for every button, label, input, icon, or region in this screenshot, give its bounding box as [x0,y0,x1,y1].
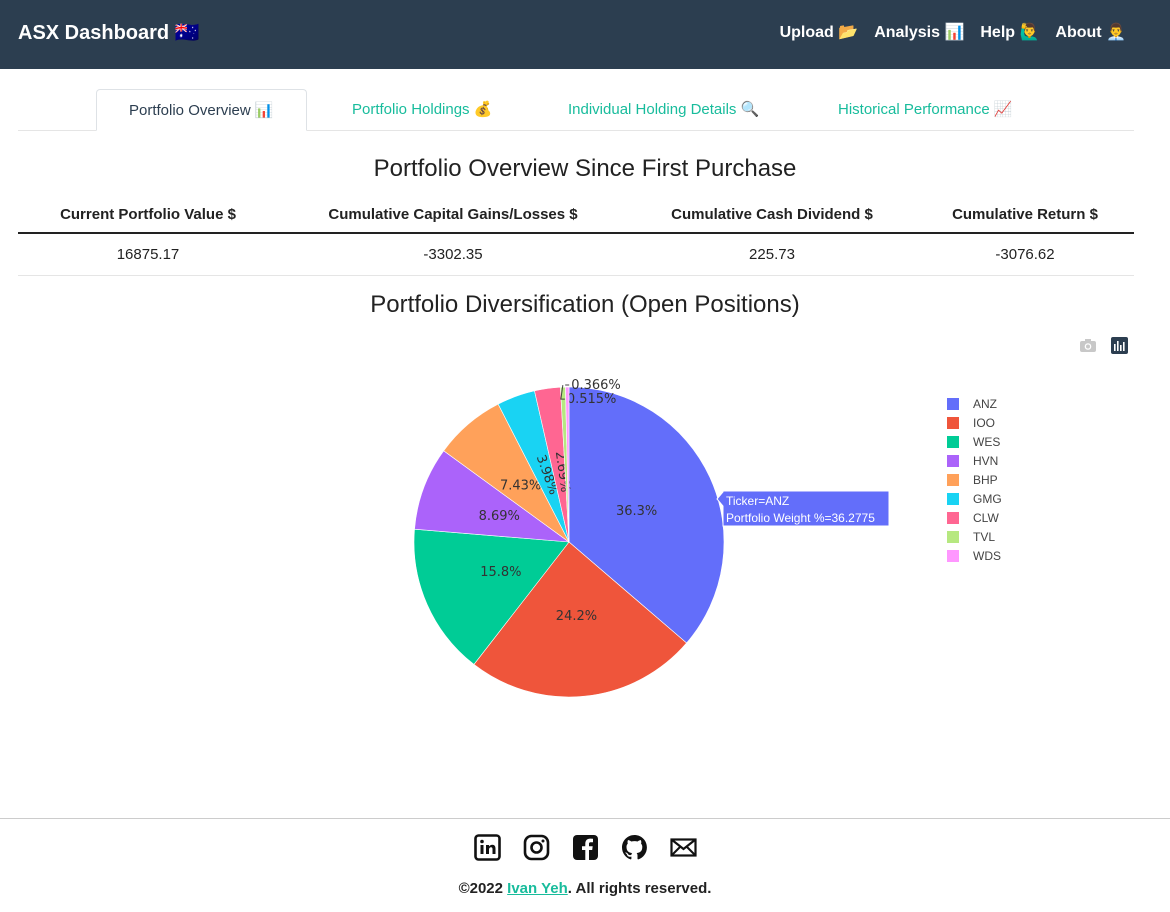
plotly-logo-icon[interactable] [1111,337,1128,354]
legend-item-tvl[interactable]: TVL [947,527,1002,546]
header-capital-gains: Cumulative Capital Gains/Losses $ [278,196,628,234]
legend-swatch [947,454,959,467]
legend-swatch [947,530,959,543]
legend-label: HVN [973,453,999,468]
value-current-portfolio: 16875.17 [18,233,278,276]
header-current-value: Current Portfolio Value $ [18,196,278,234]
pie-chart-svg: 36.3%24.2%15.8%8.69%7.43%3.98%2.69%0.515… [413,378,890,698]
pie-label-ioo: 24.2% [556,609,597,624]
value-cash-dividend: 225.73 [628,233,916,276]
pie-label-bhp: 7.43% [500,478,541,493]
copyright-suffix: . All rights reserved. [567,880,712,897]
legend-label: ANZ [973,396,997,411]
overview-title: Portfolio Overview Since First Purchase [373,155,797,182]
facebook-icon[interactable] [572,834,599,861]
camera-icon[interactable] [1079,337,1097,353]
footer: ©2022 Ivan Yeh. All rights reserved. [0,818,1170,912]
nav-link-about[interactable]: About 👨‍💼 [1055,22,1126,42]
header-cash-dividend: Cumulative Cash Dividend $ [628,196,916,234]
email-icon[interactable] [669,834,697,861]
copyright-prefix: ©2022 [458,880,508,897]
legend-label: WDS [973,548,1001,563]
overview-table: Current Portfolio Value $ Cumulative Cap… [18,196,1134,276]
pie-label-hvn: 8.69% [479,509,520,524]
legend-label: WES [973,434,1001,449]
table-header-row: Current Portfolio Value $ Cumulative Cap… [18,196,1134,234]
nav-link-help[interactable]: Help 🙋‍♂️ [980,22,1039,42]
navbar: ASX Dashboard 🇦🇺 Upload 📂 Analysis 📊 Hel… [0,0,1170,69]
legend-item-clw[interactable]: CLW [947,508,1002,527]
tab-bar: Portfolio Overview 📊 Portfolio Holdings … [18,89,1134,131]
chart-legend: ANZ IOO WES HVN BHP GMG CLW TVL WDS [947,394,1002,565]
nav-links: Upload 📂 Analysis 📊 Help 🙋‍♂️ About 👨‍💼 [780,22,1126,42]
pie-chart: 36.3% 24.2% 15.8% 8.69% 7.43% 3.98% 2.69% 0.515… [400,375,900,715]
copyright: ©2022 Ivan Yeh. All rights reserved. [0,880,1170,897]
tab-individual-holding-details[interactable]: Individual Holding Details 🔍 [568,89,759,131]
pie-label-wds: 0.366% [571,378,621,393]
instagram-icon[interactable] [523,834,550,861]
legend-label: IOO [973,415,996,430]
legend-label: CLW [973,510,999,525]
legend-swatch [947,397,959,410]
legend-item-hvn[interactable]: HVN [947,451,1002,470]
nav-link-analysis[interactable]: Analysis 📊 [874,22,964,42]
pie-label-tvl: 0.515% [567,392,617,407]
tab-historical-performance[interactable]: Historical Performance 📈 [838,89,1013,131]
table-row: 16875.17 -3302.35 225.73 -3076.62 [18,233,1134,276]
legend-item-gmg[interactable]: GMG [947,489,1002,508]
legend-item-wes[interactable]: WES [947,432,1002,451]
legend-swatch [947,549,959,562]
social-links [0,834,1170,861]
chart-tooltip-line-1: Ticker=ANZ [726,494,789,508]
legend-label: TVL [973,529,996,544]
diversification-title: Portfolio Diversification (Open Position… [370,291,800,318]
tab-portfolio-holdings[interactable]: Portfolio Holdings 💰 [352,89,492,131]
legend-swatch [947,473,959,486]
linkedin-icon[interactable] [473,834,501,861]
legend-swatch [947,435,959,448]
legend-item-anz[interactable]: ANZ [947,394,1002,413]
legend-item-wds[interactable]: WDS [947,546,1002,565]
brand-title[interactable]: ASX Dashboard 🇦🇺 [18,20,200,45]
value-capital-gains: -3302.35 [278,233,628,276]
value-cumulative-return: -3076.62 [916,233,1134,276]
pie-label-anz: 36.3% [616,504,657,519]
chart-tooltip-line-2: Portfolio Weight %=36.2775 [726,511,875,525]
legend-item-bhp[interactable]: BHP [947,470,1002,489]
legend-label: BHP [973,472,998,487]
legend-label: GMG [973,491,1002,506]
author-link[interactable]: Ivan Yeh [507,880,568,897]
header-cumulative-return: Cumulative Return $ [916,196,1134,234]
legend-item-ioo[interactable]: IOO [947,413,1002,432]
legend-swatch [947,416,959,429]
chart-tooltip: Ticker=ANZ Portfolio Weight %=36.2775 [716,490,890,527]
legend-swatch [947,492,959,505]
tab-portfolio-overview[interactable]: Portfolio Overview 📊 [96,89,307,131]
github-icon[interactable] [621,834,648,861]
nav-link-upload[interactable]: Upload 📂 [780,22,859,42]
legend-swatch [947,511,959,524]
pie-label-wes: 15.8% [480,565,521,580]
